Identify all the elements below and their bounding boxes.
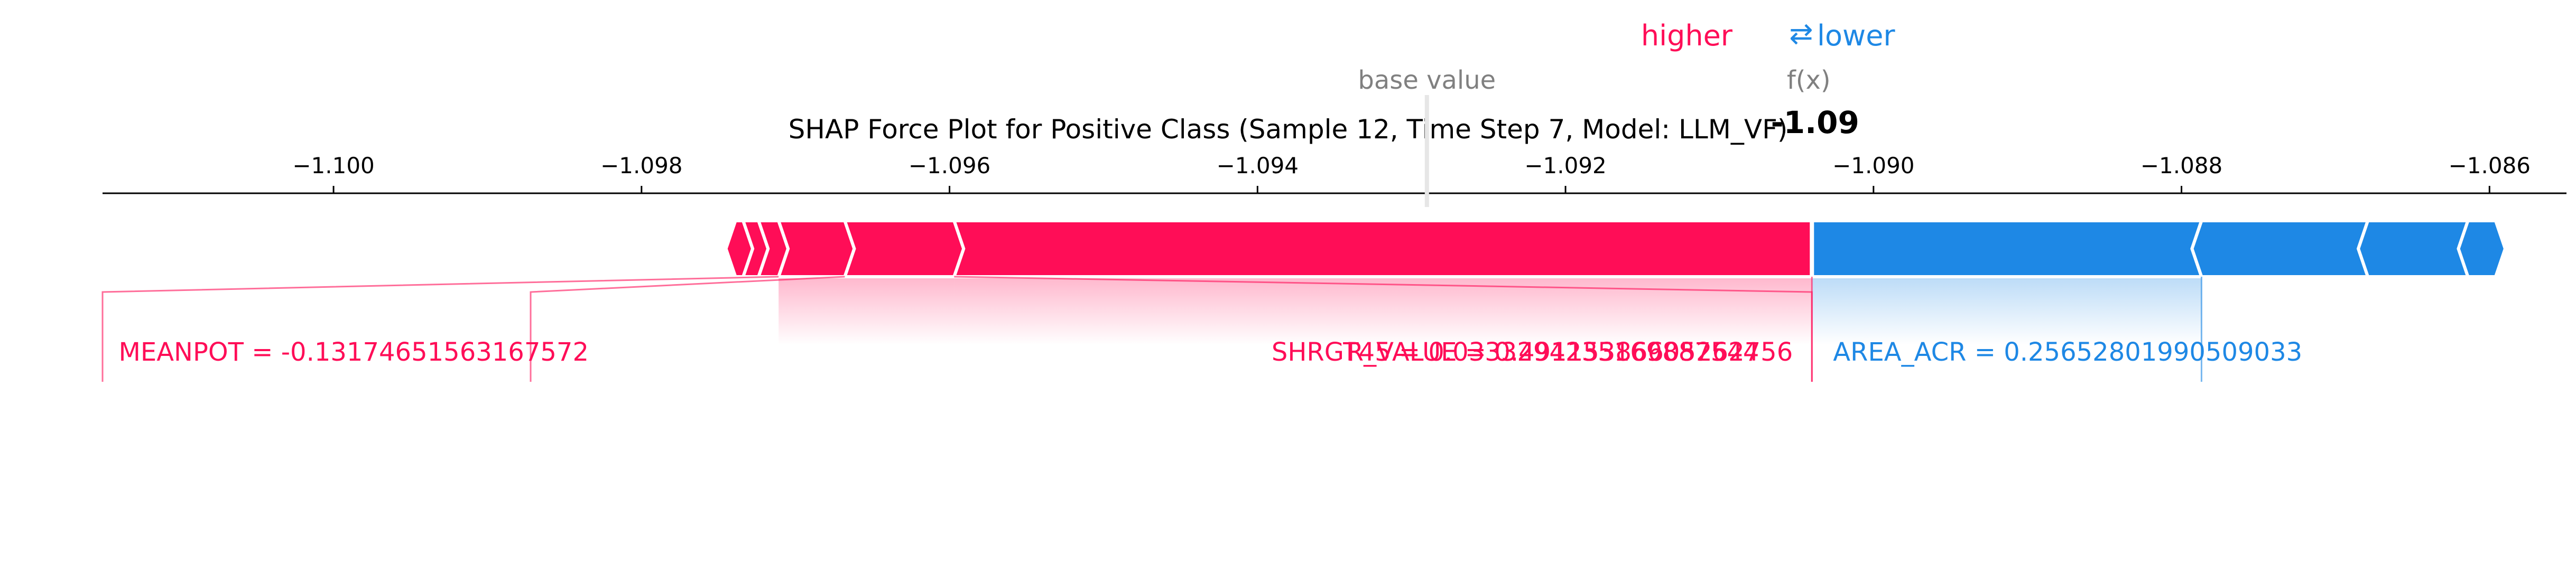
positive-force-segment [776,219,856,278]
output-value: -1.09 [1771,105,1859,140]
x-tick-label: −1.098 [600,153,682,178]
negative-force-segment [1810,219,2204,278]
legend-higher: higher [1641,19,1733,52]
x-tick-label: −1.088 [2141,153,2222,178]
label-shade [954,277,1812,345]
negative-feature-label: AREA_ACR = 0.25652801990509033 [1833,337,2302,367]
positive-force-segment [842,219,966,278]
legend-swap-icon: ⇄ [1789,17,1813,50]
force-bars [724,219,2507,278]
base-value-label: base value [1358,65,1496,95]
label-shade [845,277,955,345]
x-tick-label: −1.094 [1217,153,1299,178]
fx-label: f(x) [1787,65,1831,95]
label-shade [779,277,845,345]
negative-force-segment [2457,219,2507,278]
label-shade [1812,277,2202,345]
chart-title: SHAP Force Plot for Positive Class (Samp… [789,114,1788,145]
positive-feature-label: SHRGT45 = 0.0333294235169887544 [1272,337,1759,367]
negative-force-segment [2356,219,2470,278]
x-tick-label: −1.086 [2449,153,2531,178]
positive-feature-label: MEANPOT = -0.13174651563167572 [118,337,589,367]
x-tick-label: −1.092 [1524,153,1606,178]
legend-lower: lower [1817,19,1895,52]
x-tick-label: −1.090 [1832,153,1914,178]
x-tick-label: −1.100 [292,153,374,178]
x-axis-ticks: −1.100 −1.098 −1.096 −1.094 −1.092 −1.090 −1.0… [292,153,2531,193]
negative-force-segment [2190,219,2370,278]
x-tick-label: −1.096 [909,153,990,178]
positive-force-segment [952,219,1814,278]
shap-force-plot: higher ⇄ lower base value f(x) SHAP Forc… [101,17,2566,382]
